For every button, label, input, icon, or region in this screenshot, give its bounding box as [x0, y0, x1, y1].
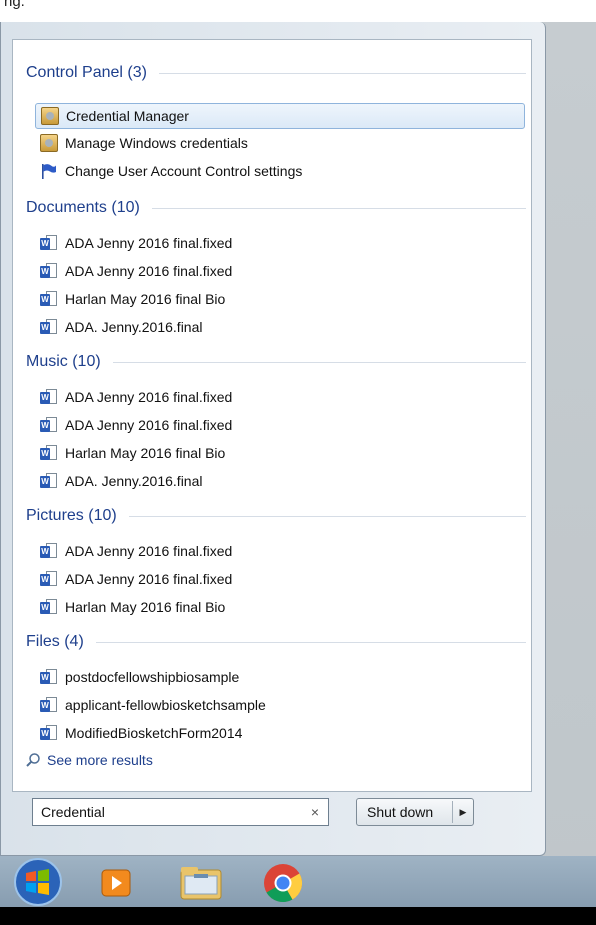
- result-label: ADA. Jenny.2016.final: [65, 473, 203, 489]
- result-music[interactable]: W ADA. Jenny.2016.final: [40, 468, 203, 494]
- result-label: ADA Jenny 2016 final.fixed: [65, 389, 233, 405]
- result-music[interactable]: W ADA Jenny 2016 final.fixed: [40, 384, 232, 410]
- divider: [158, 72, 526, 74]
- result-picture[interactable]: W ADA Jenny 2016 final.fixed: [40, 566, 232, 592]
- screen-bottom-bar: [0, 907, 596, 925]
- result-file[interactable]: W postdocfellowshipbiosample: [40, 664, 239, 690]
- search-field[interactable]: ×: [32, 798, 329, 826]
- result-document[interactable]: W ADA Jenny 2016 final.fixed: [40, 258, 232, 284]
- word-document-icon: W: [40, 388, 58, 406]
- file-explorer-icon[interactable]: [178, 864, 224, 907]
- group-label: Control Panel (3): [26, 64, 147, 81]
- word-document-icon: W: [40, 668, 58, 686]
- result-label: postdocfellowshipbiosample: [65, 669, 240, 685]
- result-manage-windows-credentials[interactable]: Manage Windows credentials: [40, 130, 248, 156]
- result-label: Harlan May 2016 final Bio: [65, 599, 226, 615]
- word-document-icon: W: [40, 570, 58, 588]
- word-document-icon: W: [40, 696, 58, 714]
- see-more-label: See more results: [47, 752, 153, 768]
- result-label: Credential Manager: [66, 108, 189, 124]
- uac-flag-icon: [40, 162, 58, 180]
- result-document[interactable]: W Harlan May 2016 final Bio: [40, 286, 225, 312]
- taskbar: [0, 856, 596, 925]
- result-label: ADA. Jenny.2016.final: [65, 319, 203, 335]
- result-music[interactable]: W ADA Jenny 2016 final.fixed: [40, 412, 232, 438]
- group-header-pictures[interactable]: Pictures (10): [26, 507, 526, 525]
- result-file[interactable]: W applicant-fellowbiosketchsample: [40, 692, 266, 718]
- word-document-icon: W: [40, 724, 58, 742]
- divider: [128, 515, 526, 517]
- result-label: ADA Jenny 2016 final.fixed: [65, 235, 233, 251]
- see-more-results-link[interactable]: See more results: [25, 752, 153, 768]
- search-input[interactable]: [39, 803, 293, 821]
- word-document-icon: W: [40, 542, 58, 560]
- result-file[interactable]: W ModifiedBiosketchForm2014: [40, 720, 242, 746]
- credential-manager-icon: [41, 107, 59, 125]
- group-header-music[interactable]: Music (10): [26, 353, 526, 371]
- word-document-icon: W: [40, 234, 58, 252]
- result-picture[interactable]: W ADA Jenny 2016 final.fixed: [40, 538, 232, 564]
- group-label: Music (10): [26, 353, 101, 370]
- word-document-icon: W: [40, 444, 58, 462]
- result-label: ADA Jenny 2016 final.fixed: [65, 417, 233, 433]
- chrome-icon[interactable]: [262, 862, 304, 909]
- result-label: Harlan May 2016 final Bio: [65, 445, 226, 461]
- group-label: Pictures (10): [26, 507, 117, 524]
- word-document-icon: W: [40, 262, 58, 280]
- result-label: ADA Jenny 2016 final.fixed: [65, 543, 233, 559]
- result-picture[interactable]: W Harlan May 2016 final Bio: [40, 594, 225, 620]
- shut-down-label: Shut down: [367, 804, 434, 820]
- group-label: Files (4): [26, 633, 84, 650]
- clear-search-icon[interactable]: ×: [311, 804, 319, 820]
- divider: [95, 641, 526, 643]
- word-document-icon: W: [40, 318, 58, 336]
- group-header-files[interactable]: Files (4): [26, 633, 526, 651]
- group-header-control-panel[interactable]: Control Panel (3): [26, 64, 526, 82]
- result-label: ModifiedBiosketchForm2014: [65, 725, 243, 741]
- top-partial-text: ng.: [0, 0, 596, 22]
- group-header-documents[interactable]: Documents (10): [26, 199, 526, 217]
- result-music[interactable]: W Harlan May 2016 final Bio: [40, 440, 225, 466]
- word-document-icon: W: [40, 416, 58, 434]
- shut-down-button[interactable]: Shut down ▶: [356, 798, 474, 826]
- media-player-icon[interactable]: [100, 868, 134, 903]
- word-document-icon: W: [40, 472, 58, 490]
- divider: [112, 361, 526, 363]
- word-document-icon: W: [40, 290, 58, 308]
- result-label: applicant-fellowbiosketchsample: [65, 697, 266, 713]
- result-credential-manager[interactable]: Credential Manager: [35, 103, 525, 129]
- start-orb-icon[interactable]: [10, 858, 66, 911]
- shutdown-options-arrow-icon[interactable]: ▶: [453, 807, 473, 818]
- result-label: Harlan May 2016 final Bio: [65, 291, 226, 307]
- start-menu: Control Panel (3) Credential Manager Man…: [0, 22, 546, 856]
- result-document[interactable]: W ADA. Jenny.2016.final: [40, 314, 203, 340]
- result-document[interactable]: W ADA Jenny 2016 final.fixed: [40, 230, 232, 256]
- result-label: Change User Account Control settings: [65, 163, 303, 179]
- word-document-icon: W: [40, 598, 58, 616]
- search-results-panel: Control Panel (3) Credential Manager Man…: [12, 39, 532, 792]
- search-icon: [26, 753, 40, 767]
- divider: [151, 207, 526, 209]
- group-label: Documents (10): [26, 199, 140, 216]
- credential-manager-icon: [40, 134, 58, 152]
- result-label: ADA Jenny 2016 final.fixed: [65, 571, 233, 587]
- result-label: ADA Jenny 2016 final.fixed: [65, 263, 233, 279]
- result-change-uac-settings[interactable]: Change User Account Control settings: [40, 158, 302, 184]
- result-label: Manage Windows credentials: [65, 135, 248, 151]
